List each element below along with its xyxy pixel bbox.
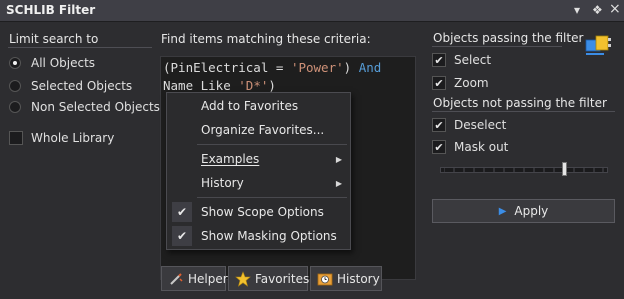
history-button[interactable]: History bbox=[310, 266, 382, 291]
menu-item-label: Organize Favorites... bbox=[201, 123, 325, 137]
menu-item-label: Add to Favorites bbox=[201, 99, 299, 113]
radio-all-objects[interactable]: All Objects bbox=[9, 54, 95, 72]
history-icon bbox=[317, 271, 333, 287]
history-label: History bbox=[337, 271, 380, 286]
radio-label: Selected Objects bbox=[31, 79, 133, 93]
scope-divider bbox=[8, 47, 152, 48]
select-checkbox[interactable]: ✔ Select bbox=[432, 51, 491, 69]
check-icon: ✔ bbox=[172, 226, 192, 246]
close-icon[interactable]: × bbox=[609, 1, 621, 17]
radio-button[interactable] bbox=[9, 80, 21, 92]
checkbox-label: Select bbox=[454, 53, 492, 67]
scope-heading: Limit search to bbox=[9, 32, 99, 46]
menu-separator bbox=[197, 144, 347, 145]
query-string: 'D*' bbox=[238, 78, 269, 93]
favorites-button[interactable]: Favorites bbox=[228, 266, 310, 291]
query-text: ) bbox=[268, 78, 276, 93]
submenu-arrow-icon: ▶ bbox=[335, 154, 342, 164]
radio-selected-objects[interactable]: Selected Objects bbox=[9, 77, 132, 95]
query-text: (PinElectrical = bbox=[163, 60, 291, 75]
radio-non-selected-objects[interactable]: Non Selected Objects bbox=[9, 98, 160, 116]
apply-button[interactable]: ▶ Apply bbox=[432, 199, 615, 223]
helper-label: Helper bbox=[188, 271, 228, 286]
slider-ticks bbox=[444, 168, 604, 172]
deselect-checkbox[interactable]: ✔ Deselect bbox=[432, 116, 506, 134]
submenu-arrow-icon: ▶ bbox=[335, 178, 342, 188]
slider-thumb[interactable] bbox=[562, 162, 568, 176]
checkbox-box[interactable]: ✔ bbox=[432, 140, 446, 154]
checkbox-box[interactable]: ✔ bbox=[432, 118, 446, 132]
menu-item-label: Examples bbox=[201, 152, 260, 166]
window-title: SCHLIB Filter bbox=[6, 3, 96, 17]
panel-menu-icon[interactable]: ▾ bbox=[574, 3, 580, 17]
pin-icon[interactable]: ❖ bbox=[592, 3, 603, 17]
filter-panel: Limit search to All Objects Selected Obj… bbox=[0, 22, 624, 299]
radio-button[interactable] bbox=[9, 57, 21, 69]
menu-item-add-to-favorites[interactable]: Add to Favorites bbox=[167, 94, 350, 118]
passing-heading: Objects passing the filter bbox=[433, 31, 584, 45]
radio-label: All Objects bbox=[31, 56, 96, 70]
radio-button[interactable] bbox=[9, 101, 21, 113]
wand-icon bbox=[168, 271, 184, 287]
menu-separator bbox=[197, 197, 347, 198]
context-menu: Add to Favorites Organize Favorites... E… bbox=[166, 92, 351, 250]
checkbox-label: Zoom bbox=[454, 76, 489, 90]
checkbox-box[interactable]: ✔ bbox=[432, 76, 446, 90]
checkbox-box[interactable] bbox=[9, 131, 23, 145]
zoom-checkbox[interactable]: ✔ Zoom bbox=[432, 74, 489, 92]
whole-library-checkbox[interactable]: Whole Library bbox=[9, 129, 114, 147]
mask-out-checkbox[interactable]: ✔ Mask out bbox=[432, 138, 508, 156]
helper-button[interactable]: Helper bbox=[161, 266, 228, 291]
radio-label: Non Selected Objects bbox=[31, 100, 160, 114]
play-icon: ▶ bbox=[498, 205, 507, 217]
menu-item-examples[interactable]: Examples ▶ bbox=[167, 147, 350, 171]
apply-label: Apply bbox=[514, 204, 549, 218]
favorites-label: Favorites bbox=[255, 271, 310, 286]
menu-item-show-masking-options[interactable]: ✔ Show Masking Options bbox=[167, 224, 350, 248]
passing-divider bbox=[432, 46, 562, 47]
criteria-heading: Find items matching these criteria: bbox=[161, 32, 371, 46]
query-keyword: And bbox=[358, 60, 382, 75]
query-text: ) bbox=[343, 60, 359, 75]
checkbox-box[interactable]: ✔ bbox=[432, 53, 446, 67]
star-icon bbox=[235, 270, 251, 287]
query-text: Name Like bbox=[163, 78, 239, 93]
menu-item-label: Show Masking Options bbox=[201, 229, 337, 243]
query-line-1: (PinElectrical = 'Power') And bbox=[163, 59, 413, 77]
title-bar: SCHLIB Filter ▾ ❖ × bbox=[0, 0, 624, 22]
query-string: 'Power' bbox=[290, 60, 344, 75]
not-passing-divider bbox=[432, 111, 615, 112]
filter-plug-icon bbox=[584, 30, 614, 61]
menu-item-organize-favorites[interactable]: Organize Favorites... bbox=[167, 118, 350, 142]
menu-item-label: Show Scope Options bbox=[201, 205, 324, 219]
menu-item-history[interactable]: History ▶ bbox=[167, 171, 350, 195]
not-passing-heading: Objects not passing the filter bbox=[433, 96, 607, 110]
menu-item-show-scope-options[interactable]: ✔ Show Scope Options bbox=[167, 200, 350, 224]
menu-item-label: History bbox=[201, 176, 244, 190]
checkbox-label: Whole Library bbox=[31, 131, 115, 145]
checkbox-label: Mask out bbox=[454, 140, 509, 154]
checkbox-label: Deselect bbox=[454, 118, 507, 132]
check-icon: ✔ bbox=[172, 202, 192, 222]
